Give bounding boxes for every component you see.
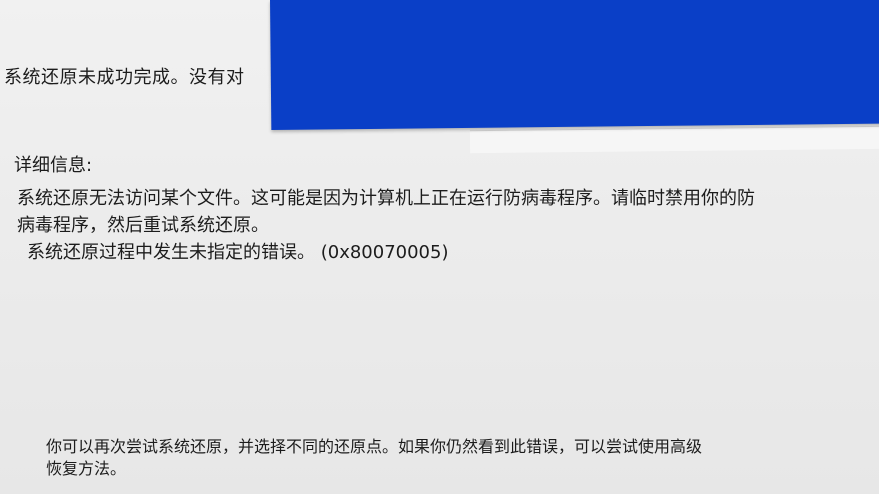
overlapping-blue-window[interactable] [270, 0, 879, 130]
restore-summary-text: 系统还原未成功完成。没有对 [4, 67, 245, 88]
details-body: 系统还原无法访问某个文件。这可能是因为计算机上正在运行防病毒程序。请临时禁用你的… [17, 185, 879, 266]
details-header: 详细信息: [14, 155, 93, 176]
details-line: 系统还原无法访问某个文件。这可能是因为计算机上正在运行防病毒程序。请临时禁用你的… [17, 188, 755, 209]
background-window-edge [469, 125, 879, 154]
retry-advice-text: 你可以再次尝试系统还原，并选择不同的还原点。如果你仍然看到此错误，可以尝试使用高… [46, 436, 876, 480]
details-line: 病毒程序，然后重试系统还原。 [17, 215, 269, 236]
footer-line: 你可以再次尝试系统还原，并选择不同的还原点。如果你仍然看到此错误，可以尝试使用高… [46, 437, 703, 456]
system-restore-error-dialog: 系统还原未成功完成。没有对 详细信息: 系统还原无法访问某个文件。这可能是因为计… [0, 0, 879, 494]
footer-line: 恢复方法。 [46, 459, 127, 478]
error-code-line: 系统还原过程中发生未指定的错误。 (0x80070005) [27, 242, 449, 263]
